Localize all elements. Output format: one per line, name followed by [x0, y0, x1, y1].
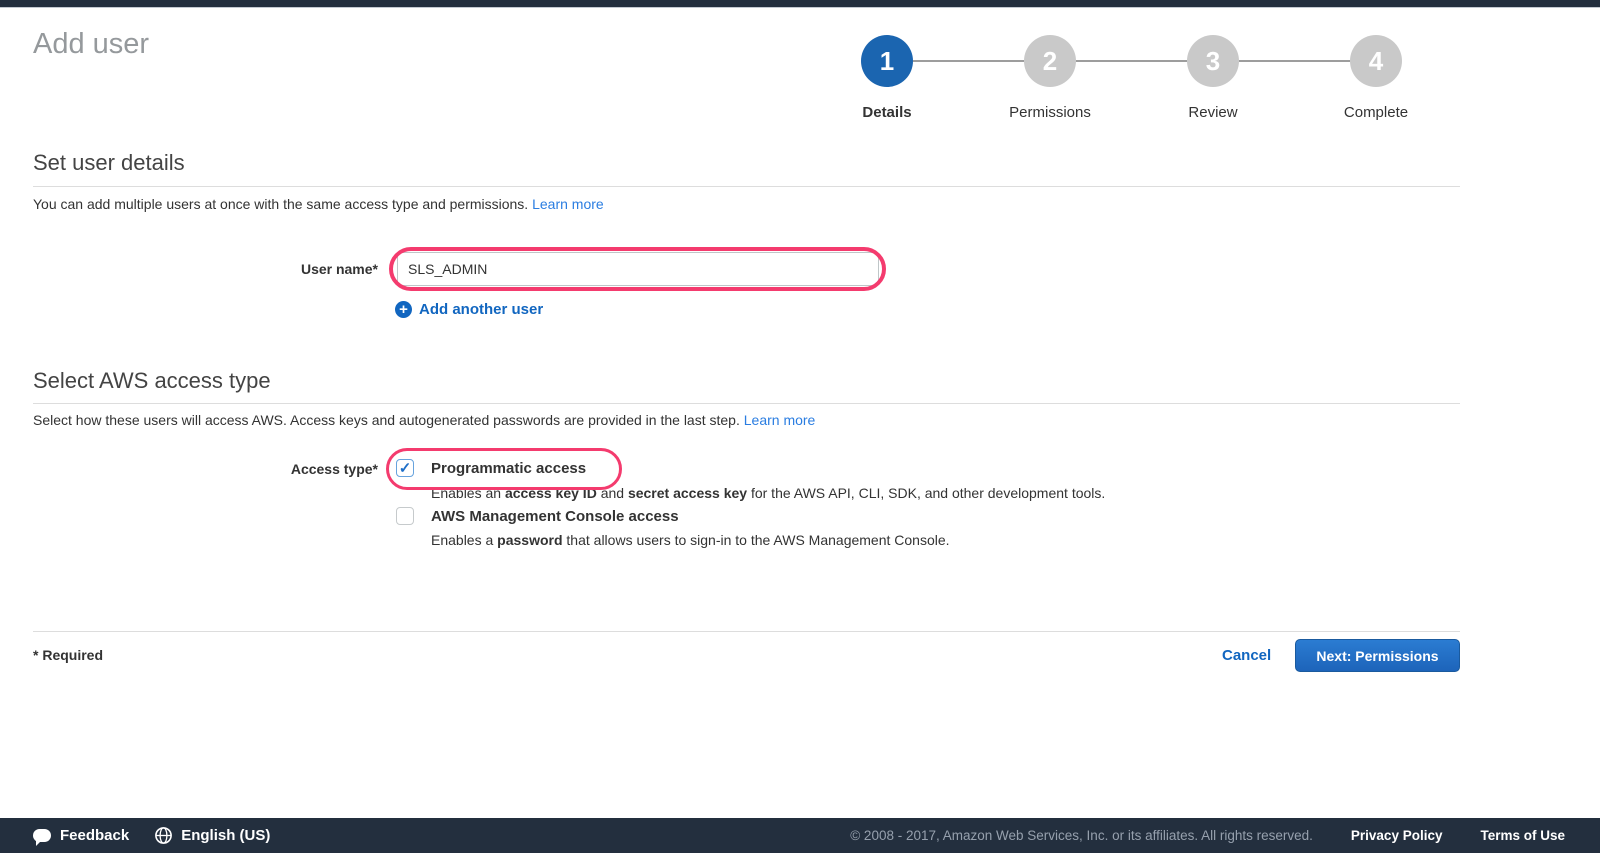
section-divider [33, 403, 1460, 404]
learn-more-link-access-type[interactable]: Learn more [744, 412, 816, 428]
programmatic-access-checkbox[interactable]: ✓ [396, 459, 414, 477]
language-label: English (US) [181, 827, 271, 844]
wizard-step-review: 3 Review [1158, 35, 1268, 121]
privacy-policy-link[interactable]: Privacy Policy [1351, 828, 1443, 843]
next-permissions-button[interactable]: Next: Permissions [1295, 639, 1460, 672]
user-details-intro: You can add multiple users at once with … [33, 196, 604, 212]
copyright-text: © 2008 - 2017, Amazon Web Services, Inc.… [850, 828, 1313, 843]
step-4-label: Complete [1343, 104, 1409, 121]
section-divider [33, 186, 1460, 187]
username-label: User name* [300, 261, 378, 277]
step-1-label: Details [862, 104, 912, 121]
wizard-step-details: 1 Details [832, 35, 942, 121]
language-selector[interactable]: English (US) [129, 827, 270, 844]
desc-bold: password [497, 532, 563, 548]
feedback-button[interactable]: Feedback [33, 827, 130, 846]
top-navigation-bar [0, 0, 1600, 8]
access-type-label: Access type* [290, 461, 378, 477]
add-user-page: Add user 1 Details 2 Permissions 3 Revie… [0, 0, 1600, 853]
access-type-intro-text: Select how these users will access AWS. … [33, 412, 744, 428]
learn-more-link-user-details[interactable]: Learn more [532, 196, 604, 212]
desc-text: for the AWS API, CLI, SDK, and other dev… [747, 485, 1106, 501]
step-2-label: Permissions [1009, 104, 1091, 121]
user-details-intro-text: You can add multiple users at once with … [33, 196, 533, 212]
add-another-user-label: Add another user [419, 301, 544, 318]
footer-divider [33, 631, 1460, 632]
username-input[interactable] [397, 252, 879, 286]
page-title: Add user [33, 28, 150, 60]
wizard-step-permissions: 2 Permissions [995, 35, 1105, 121]
globe-icon [155, 827, 173, 844]
console-access-label[interactable]: AWS Management Console access [431, 508, 679, 525]
wizard-steps: 1 Details 2 Permissions 3 Review 4 Compl… [832, 35, 1431, 121]
desc-text: and [596, 485, 628, 501]
cancel-button[interactable]: Cancel [1222, 647, 1271, 664]
step-3-label: Review [1188, 104, 1238, 121]
wizard-step-complete: 4 Complete [1321, 35, 1431, 121]
desc-bold: access key ID [504, 485, 597, 501]
desc-text: Enables an [431, 485, 505, 501]
plus-icon: + [395, 301, 412, 318]
footer-bar: Feedback English (US) © 2008 - 2017, Ama… [0, 818, 1600, 853]
step-connector [1239, 60, 1350, 62]
desc-bold: secret access key [627, 485, 748, 501]
step-connector [1076, 60, 1187, 62]
access-type-intro: Select how these users will access AWS. … [33, 412, 815, 428]
section-heading-access-type: Select AWS access type [33, 368, 271, 393]
console-access-checkbox[interactable]: ✓ [396, 507, 414, 525]
desc-text: that allows users to sign-in to the AWS … [562, 532, 950, 548]
required-note: * Required [33, 647, 104, 663]
console-access-description: Enables a password that allows users to … [431, 532, 950, 548]
feedback-label: Feedback [60, 827, 130, 844]
terms-of-use-link[interactable]: Terms of Use [1480, 828, 1565, 843]
programmatic-access-label[interactable]: Programmatic access [431, 460, 586, 477]
step-3-circle: 3 [1187, 35, 1239, 87]
desc-text: Enables a [431, 532, 498, 548]
feedback-bubble-icon [33, 829, 51, 846]
step-1-circle: 1 [861, 35, 913, 87]
step-4-circle: 4 [1350, 35, 1402, 87]
section-heading-user-details: Set user details [33, 150, 185, 175]
programmatic-access-description: Enables an access key ID and secret acce… [431, 485, 1105, 501]
check-icon: ✓ [398, 459, 412, 477]
add-another-user-link[interactable]: + Add another user [395, 301, 543, 318]
step-connector [913, 60, 1024, 62]
step-2-circle: 2 [1024, 35, 1076, 87]
